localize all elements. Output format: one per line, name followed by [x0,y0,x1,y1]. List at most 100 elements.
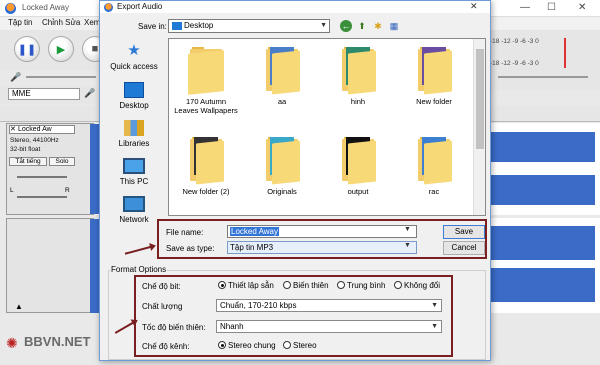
place-quick-access[interactable]: ★ Quick access [108,42,160,72]
place-label: Desktop [119,101,149,110]
place-label: Quick access [110,62,158,71]
transport-toolbar: ❚❚ ▶ ■ [0,30,110,70]
file-list-scrollbar[interactable] [473,39,485,215]
place-label: Libraries [118,139,150,148]
mute-button[interactable]: Tắt tiếng [9,157,47,166]
radio-icon [283,341,291,349]
place-this-pc[interactable]: This PC [108,158,160,186]
file-name-input[interactable]: Locked Away [227,225,417,238]
meter-scale-bottom: -18 -12 -9 -6 -3 0 [490,60,539,67]
maximize-icon[interactable]: ☐ [547,2,556,13]
channel-mode-label: Chế độ kênh: [142,342,190,351]
minimize-icon[interactable]: — [520,2,530,13]
chevron-down-icon[interactable]: ▼ [404,226,411,233]
track-info-rate: Stereo, 44100Hz [10,137,59,144]
file-item-label: Originals [267,187,297,196]
dialog-close-icon[interactable]: ✕ [470,1,478,12]
solo-button[interactable]: Solo [49,157,75,166]
network-icon [123,196,145,212]
up-folder-icon[interactable]: ⬆ [356,20,368,32]
quality-select[interactable]: Chuẩn, 170-210 kbps ▼ [216,299,442,312]
star-icon: ★ [127,42,141,59]
dialog-app-icon [104,3,113,12]
meter-scale-top: -18 -12 -9 -6 -3 0 [490,38,539,45]
file-item[interactable]: output [325,137,391,196]
close-icon[interactable]: ✕ [578,2,586,13]
save-in-select[interactable]: Desktop ▼ [168,19,330,33]
radio-selected-icon [218,281,226,289]
waveform-channel-2 [491,175,595,205]
place-network[interactable]: Network [108,196,160,224]
file-item[interactable]: 170 Autumn Leaves Wallpapers [173,47,239,115]
back-icon[interactable]: ← [340,20,352,32]
file-item-label: 170 Autumn Leaves Wallpapers [174,97,238,115]
scrollbar-thumb[interactable] [476,49,484,149]
file-item[interactable]: rac [401,137,467,196]
place-libraries[interactable]: Libraries [108,120,160,148]
file-item-label: New folder (2) [182,187,230,196]
record-volume-slider[interactable] [26,76,96,78]
save-as-type-select[interactable]: Tập tin MP3 [227,241,417,254]
file-item[interactable]: aa [249,47,315,106]
bitrate-mode-label: Chế độ bit: [142,282,181,291]
menu-file[interactable]: Tập tin [8,18,32,27]
folder-icon [340,47,376,95]
microphone-icon: 🎤 [10,72,22,82]
play-button[interactable]: ▶ [48,36,74,62]
file-item[interactable]: New folder (2) [173,137,239,196]
track-info-format: 32-bit float [10,146,41,153]
playback-speed-slider[interactable] [498,76,588,78]
place-desktop[interactable]: Desktop [108,82,160,110]
radio-icon [283,281,291,289]
pause-button[interactable]: ❚❚ [14,36,40,62]
audacity-title: Locked Away [22,3,69,12]
file-item[interactable]: hinh [325,47,391,106]
pan-slider[interactable] [17,196,67,198]
meter-peak-marker [564,38,566,68]
folder-icon [264,47,300,95]
save-button[interactable]: Save [443,225,485,239]
chevron-down-icon[interactable]: ▼ [404,242,411,249]
cancel-button[interactable]: Cancel [443,241,485,255]
file-item-label: rac [428,187,440,196]
file-name-value: Locked Away [230,227,279,236]
bitrate-radio-constant[interactable]: Không đổi [394,281,440,290]
channel-radio-stereo[interactable]: Stereo [283,341,317,350]
chevron-down-icon: ▼ [431,323,438,330]
quality-value: Chuẩn, 170-210 kbps [220,301,297,310]
gain-slider[interactable] [17,176,67,178]
bitrate-radio-variable[interactable]: Biến thiên [283,281,329,290]
bitrate-radio-preset[interactable]: Thiết lập sẵn [218,281,274,290]
menu-edit[interactable]: Chỉnh Sửa [42,18,80,27]
file-item[interactable]: New folder [401,47,467,106]
folder-icon [416,47,452,95]
collapse-icon[interactable]: ▲ [12,302,26,312]
variable-speed-label: Tốc độ biến thiên: [142,323,206,332]
watermark-logo-icon: ✺ [6,335,18,351]
desktop-icon [124,82,144,98]
libraries-icon [124,120,144,136]
waveform-left-2[interactable] [90,219,99,313]
channel-radio-joint-stereo[interactable]: Stereo chung [218,341,276,350]
menu-view[interactable]: Xem [84,18,100,27]
track-close-icon[interactable]: ✕ [10,125,16,133]
quality-label: Chất lượng [142,302,183,311]
bitrate-radio-average[interactable]: Trung bình [337,281,385,290]
chevron-down-icon: ▼ [320,22,327,29]
dialog-title: Export Audio [117,2,163,11]
new-folder-icon[interactable]: ✱ [372,20,384,32]
save-in-value: Desktop [184,21,214,30]
waveform-channel-4 [491,268,595,302]
place-label: Network [119,215,149,224]
variable-speed-select[interactable]: Nhanh ▼ [216,320,442,333]
folder-icon [340,137,376,185]
level-meter: -18 -12 -9 -6 -3 0 -18 -12 -9 -6 -3 0 [488,30,600,90]
view-menu-icon[interactable]: ▦ [388,20,400,32]
radio-selected-icon [218,341,226,349]
file-item[interactable]: Originals [249,137,315,196]
variable-speed-value: Nhanh [220,322,244,331]
audio-host-select[interactable]: MME [8,88,80,100]
track-name[interactable]: Locked Aw [9,125,75,134]
waveform-left[interactable] [90,124,99,214]
folder-icon [416,137,452,185]
